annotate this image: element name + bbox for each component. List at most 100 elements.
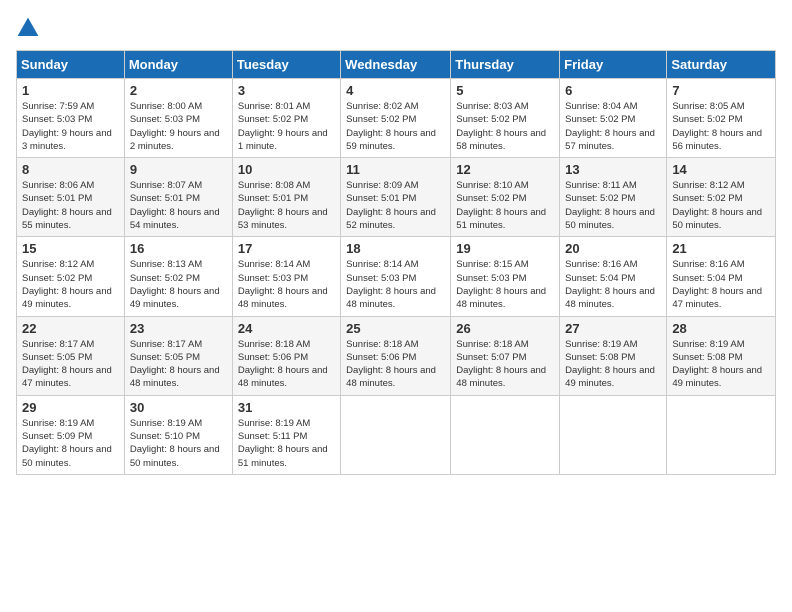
calendar-cell: 3Sunrise: 8:01 AMSunset: 5:02 PMDaylight… [232, 79, 340, 158]
day-info: Sunrise: 8:15 AMSunset: 5:03 PMDaylight:… [456, 258, 554, 311]
day-info: Sunrise: 8:04 AMSunset: 5:02 PMDaylight:… [565, 100, 661, 153]
calendar-cell: 4 Sunrise: 8:02 AMSunset: 5:02 PMDaylight… [341, 79, 451, 158]
day-info: Sunrise: 8:10 AMSunset: 5:02 PMDaylight:… [456, 179, 554, 232]
day-number: 23 [130, 321, 227, 336]
day-info: Sunrise: 8:05 AMSunset: 5:02 PMDaylight:… [672, 100, 770, 153]
calendar-cell: 27 Sunrise: 8:19 AMSunset: 5:08 PMDayligh… [560, 316, 667, 395]
calendar-cell [560, 395, 667, 474]
calendar-cell: 7 Sunrise: 8:05 AMSunset: 5:02 PMDaylight… [667, 79, 776, 158]
day-number: 1 [22, 83, 119, 98]
weekday-header-wednesday: Wednesday [341, 51, 451, 79]
calendar-cell [451, 395, 560, 474]
day-number: 22 [22, 321, 119, 336]
calendar-cell: 15Sunrise: 8:12 AMSunset: 5:02 PMDayligh… [17, 237, 125, 316]
day-info: Sunrise: 8:19 AMSunset: 5:11 PMDaylight:… [238, 417, 335, 470]
day-number: 6 [565, 83, 661, 98]
weekday-header-sunday: Sunday [17, 51, 125, 79]
calendar-cell: 10 Sunrise: 8:08 AMSunset: 5:01 PMDayligh… [232, 158, 340, 237]
day-number: 4 [346, 83, 445, 98]
day-info: Sunrise: 8:19 AMSunset: 5:10 PMDaylight:… [130, 417, 227, 470]
day-number: 12 [456, 162, 554, 177]
calendar-cell: 31 Sunrise: 8:19 AMSunset: 5:11 PMDayligh… [232, 395, 340, 474]
day-info: Sunrise: 8:18 AMSunset: 5:06 PMDaylight:… [346, 338, 445, 391]
calendar-table: SundayMondayTuesdayWednesdayThursdayFrid… [16, 50, 776, 475]
day-info: Sunrise: 8:11 AMSunset: 5:02 PMDaylight:… [565, 179, 661, 232]
day-info: Sunrise: 8:13 AMSunset: 5:02 PMDaylight:… [130, 258, 227, 311]
day-number: 29 [22, 400, 119, 415]
day-info: Sunrise: 8:12 AMSunset: 5:02 PMDaylight:… [22, 258, 119, 311]
day-number: 21 [672, 241, 770, 256]
day-info: Sunrise: 8:14 AMSunset: 5:03 PMDaylight:… [346, 258, 445, 311]
day-number: 24 [238, 321, 335, 336]
day-info: Sunrise: 7:59 AMSunset: 5:03 PMDaylight:… [22, 100, 119, 153]
day-number: 13 [565, 162, 661, 177]
weekday-header-monday: Monday [124, 51, 232, 79]
day-number: 9 [130, 162, 227, 177]
calendar-cell [341, 395, 451, 474]
day-number: 31 [238, 400, 335, 415]
calendar-cell: 30 Sunrise: 8:19 AMSunset: 5:10 PMDayligh… [124, 395, 232, 474]
calendar-cell: 18Sunrise: 8:14 AMSunset: 5:03 PMDayligh… [341, 237, 451, 316]
calendar-cell: 6 Sunrise: 8:04 AMSunset: 5:02 PMDaylight… [560, 79, 667, 158]
calendar-cell: 8 Sunrise: 8:06 AMSunset: 5:01 PMDaylight… [17, 158, 125, 237]
day-number: 19 [456, 241, 554, 256]
calendar-cell: 26 Sunrise: 8:18 AMSunset: 5:07 PMDayligh… [451, 316, 560, 395]
day-number: 28 [672, 321, 770, 336]
day-number: 5 [456, 83, 554, 98]
day-number: 7 [672, 83, 770, 98]
calendar-cell: 24 Sunrise: 8:18 AMSunset: 5:06 PMDayligh… [232, 316, 340, 395]
day-info: Sunrise: 8:16 AMSunset: 5:04 PMDaylight:… [565, 258, 661, 311]
calendar-cell: 14Sunrise: 8:12 AMSunset: 5:02 PMDayligh… [667, 158, 776, 237]
day-info: Sunrise: 8:00 AMSunset: 5:03 PMDaylight:… [130, 100, 227, 153]
day-info: Sunrise: 8:03 AMSunset: 5:02 PMDaylight:… [456, 100, 554, 153]
day-info: Sunrise: 8:17 AMSunset: 5:05 PMDaylight:… [130, 338, 227, 391]
day-number: 27 [565, 321, 661, 336]
day-info: Sunrise: 8:19 AMSunset: 5:09 PMDaylight:… [22, 417, 119, 470]
page-header [16, 16, 776, 40]
day-info: Sunrise: 8:19 AMSunset: 5:08 PMDaylight:… [672, 338, 770, 391]
calendar-cell: 1 Sunrise: 7:59 AMSunset: 5:03 PMDaylight… [17, 79, 125, 158]
day-info: Sunrise: 8:02 AMSunset: 5:02 PMDaylight:… [346, 100, 445, 153]
day-number: 8 [22, 162, 119, 177]
day-info: Sunrise: 8:07 AMSunset: 5:01 PMDaylight:… [130, 179, 227, 232]
calendar-cell: 2Sunrise: 8:00 AMSunset: 5:03 PMDaylight… [124, 79, 232, 158]
day-number: 25 [346, 321, 445, 336]
day-number: 30 [130, 400, 227, 415]
day-number: 20 [565, 241, 661, 256]
day-info: Sunrise: 8:01 AMSunset: 5:02 PMDaylight:… [238, 100, 335, 153]
day-number: 11 [346, 162, 445, 177]
calendar-cell: 16 Sunrise: 8:13 AMSunset: 5:02 PMDayligh… [124, 237, 232, 316]
weekday-header-saturday: Saturday [667, 51, 776, 79]
day-number: 26 [456, 321, 554, 336]
calendar-cell: 11 Sunrise: 8:09 AMSunset: 5:01 PMDayligh… [341, 158, 451, 237]
day-info: Sunrise: 8:08 AMSunset: 5:01 PMDaylight:… [238, 179, 335, 232]
day-number: 17 [238, 241, 335, 256]
day-number: 10 [238, 162, 335, 177]
calendar-cell: 13 Sunrise: 8:11 AMSunset: 5:02 PMDayligh… [560, 158, 667, 237]
day-number: 14 [672, 162, 770, 177]
calendar-cell: 28 Sunrise: 8:19 AMSunset: 5:08 PMDayligh… [667, 316, 776, 395]
weekday-header-tuesday: Tuesday [232, 51, 340, 79]
day-info: Sunrise: 8:06 AMSunset: 5:01 PMDaylight:… [22, 179, 119, 232]
calendar-cell: 23 Sunrise: 8:17 AMSunset: 5:05 PMDayligh… [124, 316, 232, 395]
calendar-cell: 9 Sunrise: 8:07 AMSunset: 5:01 PMDaylight… [124, 158, 232, 237]
day-number: 16 [130, 241, 227, 256]
calendar-cell: 17 Sunrise: 8:14 AMSunset: 5:03 PMDayligh… [232, 237, 340, 316]
logo [16, 16, 44, 40]
day-info: Sunrise: 8:16 AMSunset: 5:04 PMDaylight:… [672, 258, 770, 311]
calendar-cell: 5 Sunrise: 8:03 AMSunset: 5:02 PMDaylight… [451, 79, 560, 158]
day-info: Sunrise: 8:19 AMSunset: 5:08 PMDaylight:… [565, 338, 661, 391]
day-info: Sunrise: 8:09 AMSunset: 5:01 PMDaylight:… [346, 179, 445, 232]
logo-icon [16, 16, 40, 40]
calendar-cell: 25 Sunrise: 8:18 AMSunset: 5:06 PMDayligh… [341, 316, 451, 395]
weekday-header-friday: Friday [560, 51, 667, 79]
calendar-cell: 22 Sunrise: 8:17 AMSunset: 5:05 PMDayligh… [17, 316, 125, 395]
calendar-cell [667, 395, 776, 474]
day-info: Sunrise: 8:18 AMSunset: 5:07 PMDaylight:… [456, 338, 554, 391]
calendar-cell: 29 Sunrise: 8:19 AMSunset: 5:09 PMDayligh… [17, 395, 125, 474]
day-info: Sunrise: 8:17 AMSunset: 5:05 PMDaylight:… [22, 338, 119, 391]
calendar-cell: 20 Sunrise: 8:16 AMSunset: 5:04 PMDayligh… [560, 237, 667, 316]
day-info: Sunrise: 8:14 AMSunset: 5:03 PMDaylight:… [238, 258, 335, 311]
calendar-cell: 21 Sunrise: 8:16 AMSunset: 5:04 PMDayligh… [667, 237, 776, 316]
day-info: Sunrise: 8:18 AMSunset: 5:06 PMDaylight:… [238, 338, 335, 391]
